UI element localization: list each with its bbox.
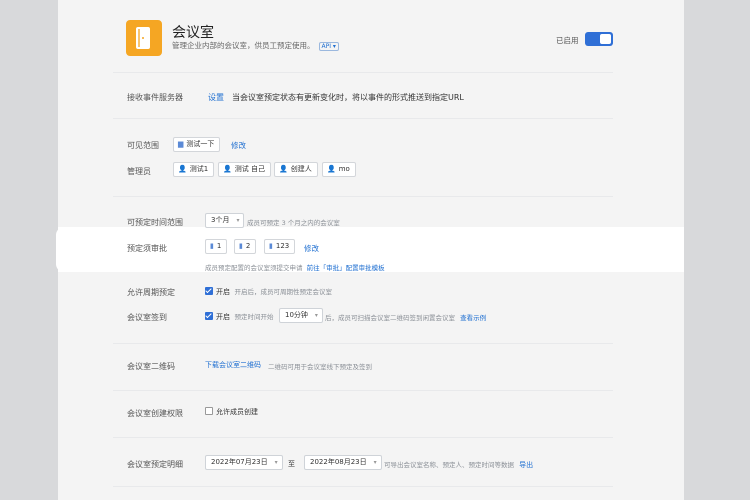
visibility-chip: ▆ 测试一下 — [173, 137, 221, 152]
checkin-option: 开启 预定时间开始 — [205, 311, 273, 322]
page-title: 会议室 — [172, 25, 214, 41]
qrcode-label: 会议室二维码 — [127, 362, 175, 371]
approval-hint: 成员预定配置的会议室须提交申请 前往「审批」配置审批模板 — [205, 264, 385, 272]
divider — [113, 390, 613, 391]
page-subtitle: 管理企业内部的会议室，供员工预定使用。 API ▾ — [172, 40, 339, 51]
admin-chip: 👤 测试 自己 — [218, 162, 271, 177]
approval-edit-link[interactable]: 修改 — [304, 243, 319, 254]
visibility-edit-link[interactable]: 修改 — [231, 140, 246, 151]
create-perm-checkbox[interactable] — [205, 407, 213, 415]
door-icon: ▮ — [239, 242, 243, 250]
booking-range-select[interactable]: 3个月 ▾ — [205, 213, 245, 228]
booking-range-label: 可预定时间范围 — [127, 218, 183, 227]
admins-label: 管理员 — [127, 167, 151, 176]
approval-room-chip: ▮ 1 — [205, 239, 228, 254]
admin-chip: 👤 创建人 — [274, 162, 318, 177]
divider — [113, 118, 613, 119]
folder-icon: ▆ — [178, 140, 184, 148]
person-icon: 👤 — [279, 165, 288, 173]
subtitle-text: 管理企业内部的会议室，供员工预定使用。 — [172, 41, 315, 50]
api-badge[interactable]: API ▾ — [318, 42, 339, 51]
approval-label: 预定须审批 — [127, 244, 167, 253]
caret-down-icon: ▾ — [236, 217, 240, 224]
chevron-down-icon: ▾ — [332, 43, 336, 50]
booking-range-desc: 成员可预定 3 个月之内的会议室 — [247, 219, 340, 227]
divider — [113, 72, 613, 73]
enable-toggle[interactable] — [585, 32, 613, 46]
door-icon: ▮ — [269, 242, 273, 250]
person-icon: 👤 — [223, 165, 232, 173]
details-to-date[interactable]: 2022年08月23日 ▾ — [304, 455, 382, 470]
checkin-checkbox[interactable] — [205, 312, 213, 320]
details-desc-row: 可导出会议室名称、预定人、预定时间等数据 导出 — [384, 461, 534, 469]
door-icon: ▮ — [210, 242, 214, 250]
event-server-settings-link[interactable]: 设置 — [208, 92, 224, 103]
person-icon: 👤 — [178, 165, 187, 173]
door-icon — [126, 20, 162, 56]
checkin-label: 会议室签到 — [127, 313, 167, 322]
event-server-label: 接收事件服务器 — [127, 93, 183, 102]
qrcode-download-link[interactable]: 下载会议室二维码 — [205, 360, 261, 370]
admin-chip: 👤 mo — [322, 162, 356, 177]
details-export-link[interactable]: 导出 — [519, 461, 533, 469]
details-to-label: 至 — [288, 460, 295, 468]
event-server-desc: 当会议室预定状态有更新变化时，将以事件的形式推送到指定URL — [232, 93, 464, 102]
approval-template-link[interactable]: 前往「审批」配置审批模板 — [307, 264, 385, 272]
caret-down-icon: ▾ — [274, 459, 278, 466]
recurring-label: 允许周期预定 — [127, 288, 175, 297]
create-perm-label: 会议室创建权限 — [127, 409, 183, 418]
checkin-minutes-select[interactable]: 10分钟 ▾ — [279, 308, 323, 323]
admin-chip: 👤 测试1 — [173, 162, 215, 177]
visibility-label: 可见范围 — [127, 141, 159, 150]
caret-down-icon: ▾ — [373, 459, 377, 466]
details-label: 会议室预定明细 — [127, 460, 183, 469]
divider — [113, 486, 613, 487]
approval-room-chip: ▮ 2 — [234, 239, 257, 254]
divider — [113, 437, 613, 438]
divider — [113, 343, 613, 344]
checkin-example-link[interactable]: 查看示例 — [460, 314, 486, 322]
recurring-option: 开启 开启后，成员可周期性预定会议室 — [205, 286, 332, 297]
divider — [113, 196, 613, 197]
qrcode-desc: 二维码可用于会议室线下预定及签到 — [268, 363, 372, 371]
create-perm-option: 允许成员创建 — [205, 407, 258, 417]
caret-down-icon: ▾ — [314, 312, 318, 319]
status-label: 已启用 — [556, 36, 579, 45]
checkin-desc-row: 后，成员可扫描会议室二维码签到闲置会议室 查看示例 — [325, 314, 487, 322]
details-from-date[interactable]: 2022年07月23日 ▾ — [205, 455, 283, 470]
recurring-checkbox[interactable] — [205, 287, 213, 295]
approval-room-chip: ▮ 123 — [264, 239, 296, 254]
person-icon: 👤 — [327, 165, 336, 173]
